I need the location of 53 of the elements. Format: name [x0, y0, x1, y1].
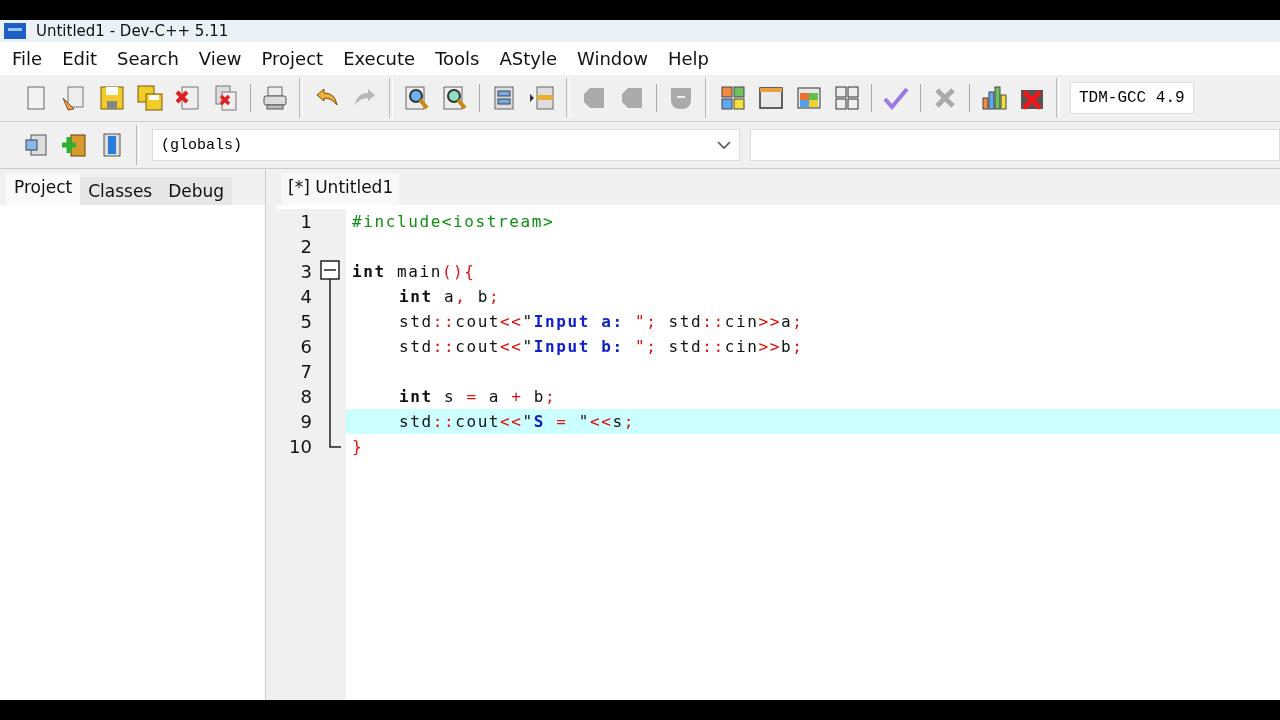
menu-item[interactable]: File: [2, 48, 53, 69]
line-number: 6: [299, 336, 312, 357]
replace-icon[interactable]: [441, 84, 469, 112]
line-number: 8: [299, 386, 312, 407]
menu-item[interactable]: Search: [107, 48, 189, 69]
code-line: int main(){: [352, 262, 476, 281]
editor-tab[interactable]: [*] Untitled1: [282, 173, 400, 205]
line-number: 4: [299, 286, 312, 307]
line-number: 9: [299, 411, 312, 432]
chevron-down-icon: [717, 140, 731, 150]
fold-end-line: [329, 434, 341, 448]
line-number: 7: [299, 361, 312, 382]
line-number: 2: [299, 236, 312, 257]
floppy-disks-icon[interactable]: [136, 84, 164, 112]
menu-item[interactable]: Edit: [52, 48, 107, 69]
app-icon: [4, 23, 26, 39]
code-line: int s = a + b;: [399, 387, 557, 406]
grid-icon[interactable]: [833, 84, 861, 112]
window-title: Untitled1 - Dev-C++ 5.11: [36, 22, 229, 40]
close-file-icon[interactable]: [174, 84, 202, 112]
find-icon[interactable]: [403, 84, 431, 112]
unindent-icon[interactable]: [528, 84, 556, 112]
panel-tab[interactable]: Debug: [160, 177, 233, 205]
add-icon[interactable]: [60, 131, 88, 159]
line-number: 10: [288, 436, 312, 457]
copy-window-icon[interactable]: [22, 131, 50, 159]
menu-item[interactable]: View: [188, 48, 252, 69]
menu-item[interactable]: Window: [567, 48, 658, 69]
menu-item[interactable]: Help: [658, 48, 720, 69]
close-files-icon[interactable]: [212, 84, 240, 112]
tiles-icon[interactable]: [719, 84, 747, 112]
window-icon[interactable]: [757, 84, 785, 112]
scope-dropdown[interactable]: (globals): [152, 129, 740, 161]
color-window-icon[interactable]: [795, 84, 823, 112]
collapse-icon[interactable]: [319, 259, 341, 284]
line-number: 3: [299, 261, 312, 282]
printer-icon[interactable]: [261, 84, 289, 112]
code-line: std::cout<<"Input a: "; std::cin>>a;: [399, 312, 804, 331]
code-line: #include<iostream>: [352, 212, 555, 231]
menu-item[interactable]: AStyle: [489, 48, 567, 69]
menu-item[interactable]: Execute: [333, 48, 426, 69]
menu-item[interactable]: Tools: [425, 48, 490, 69]
code-line: std::cout<<"S = "<<s;: [399, 412, 635, 431]
panel-tab[interactable]: Classes: [80, 177, 161, 205]
panel-tab[interactable]: Project: [6, 173, 81, 205]
code-line: }: [352, 437, 364, 456]
bar-chart-icon[interactable]: [980, 84, 1008, 112]
line-number: 1: [299, 211, 312, 232]
code-line: std::cout<<"Input b: "; std::cin>>b;: [399, 337, 804, 356]
menu-item[interactable]: Project: [251, 48, 334, 69]
code-line: int a, b;: [399, 287, 501, 306]
compiler-dropdown[interactable]: TDM-GCC 4.9: [1070, 82, 1194, 114]
line-number: 5: [299, 311, 312, 332]
